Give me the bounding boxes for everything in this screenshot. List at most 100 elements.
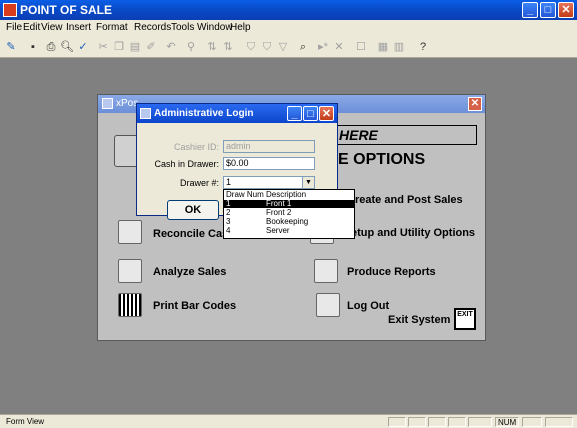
menu-records[interactable]: Records [134, 22, 171, 33]
paste-icon[interactable]: ▤ [128, 40, 142, 54]
switchboard-title: xPos [116, 98, 139, 109]
options-heading: E OPTIONS [338, 151, 426, 168]
exit-icon: EXIT [457, 311, 473, 318]
list-item[interactable]: 3 Bookeeping [224, 218, 354, 226]
menu-tools[interactable]: Tools [171, 22, 194, 33]
list-item-desc: Front 1 [266, 199, 292, 208]
list-item-num: 3 [226, 217, 231, 226]
list-item[interactable]: 2 Front 2 [224, 209, 354, 217]
cash-in-drawer-label: Cash in Drawer: [154, 159, 219, 169]
option-setup-utility[interactable]: etup and Utility Options [351, 227, 475, 239]
list-header: Draw Num Description [224, 191, 354, 199]
print-preview-icon[interactable]: 🔍︎ [60, 40, 74, 54]
column-header: Draw Num [226, 190, 264, 199]
login-close-button[interactable]: ✕ [319, 106, 334, 121]
switchboard-close-button[interactable]: ✕ [468, 97, 482, 111]
properties-icon[interactable]: ☐ [354, 40, 368, 54]
cut-icon[interactable]: ✂ [96, 40, 110, 54]
copy-icon[interactable]: ❐ [112, 40, 126, 54]
print-icon[interactable]: ⎙ [44, 40, 58, 54]
menu-help[interactable]: Help [230, 22, 251, 33]
status-panel [388, 417, 406, 427]
chevron-down-icon[interactable]: ▼ [302, 177, 314, 188]
list-item-desc: Server [266, 226, 290, 235]
status-panel [545, 417, 573, 427]
status-bar: Form View NUM [0, 414, 577, 428]
sort-ascending-icon[interactable]: ⇅ [205, 40, 219, 54]
filter-by-selection-icon[interactable]: ⛉ [244, 40, 258, 54]
menu-bar: File Edit View Insert Format Records Too… [0, 20, 577, 36]
undo-icon[interactable]: ↶ [164, 40, 178, 54]
option-analyze-sales[interactable]: Analyze Sales [153, 266, 226, 278]
menu-window[interactable]: Window [197, 22, 233, 33]
status-panel [522, 417, 542, 427]
toolbar: ✎ ▪ ⎙ 🔍︎ ✓ ✂ ❐ ▤ ✐ ↶ ⚲ ⇅ ⇅ ⛉ ⛉ ▽ ⌕ ▸* ✕ … [0, 36, 577, 58]
barcode-icon[interactable] [118, 293, 142, 317]
close-button[interactable]: ✕ [558, 2, 574, 18]
menu-insert[interactable]: Insert [66, 22, 91, 33]
sort-descending-icon[interactable]: ⇅ [221, 40, 235, 54]
menu-file[interactable]: File [6, 22, 22, 33]
status-text: Form View [6, 417, 45, 426]
list-item-desc: Front 2 [266, 208, 292, 217]
status-panel [428, 417, 446, 427]
exit-system-button[interactable]: EXIT [454, 308, 476, 330]
filter-by-form-icon[interactable]: ⛉ [260, 40, 274, 54]
login-title: Administrative Login [154, 108, 254, 119]
apply-filter-icon[interactable]: ▽ [276, 40, 290, 54]
new-record-icon[interactable]: ▸* [316, 40, 330, 54]
menu-view[interactable]: View [41, 22, 63, 33]
design-view-icon[interactable]: ✎ [4, 40, 18, 54]
form-icon [140, 108, 151, 119]
status-panel [408, 417, 426, 427]
access-app-icon [3, 3, 17, 17]
login-minimize-button[interactable]: _ [287, 106, 302, 121]
ok-button[interactable]: OK [167, 200, 219, 220]
help-icon[interactable]: ? [416, 40, 430, 54]
drawer-dropdown-list[interactable]: Draw Num Description 1 Front 1 2 Front 2… [223, 189, 355, 239]
option-create-post-sales[interactable]: reate and Post Sales [355, 194, 463, 206]
list-item-desc: Bookeeping [266, 217, 309, 226]
cashier-id-field[interactable]: admin [223, 140, 315, 153]
format-painter-icon[interactable]: ✐ [144, 40, 158, 54]
exit-system-label[interactable]: Exit System [388, 314, 450, 326]
new-object-icon[interactable]: ▥ [392, 40, 406, 54]
find-icon[interactable]: ⌕ [296, 40, 310, 54]
cash-in-drawer-field[interactable]: $0.00 [223, 157, 315, 170]
status-panel [448, 417, 466, 427]
reconcile-icon[interactable] [118, 220, 142, 244]
drawer-number-combo[interactable]: 1 ▼ [223, 176, 315, 189]
spell-check-icon[interactable]: ✓ [76, 40, 90, 54]
option-produce-reports[interactable]: Produce Reports [347, 266, 436, 278]
save-icon[interactable]: ▪ [26, 40, 40, 54]
logout-icon[interactable] [316, 293, 340, 317]
click-here-banner[interactable]: HERE [332, 125, 477, 145]
list-item-num: 2 [226, 208, 231, 217]
form-icon [102, 98, 113, 109]
delete-record-icon[interactable]: ✕ [332, 40, 346, 54]
app-title-bar: POINT OF SALE _ □ ✕ [0, 0, 577, 20]
option-print-bar-codes[interactable]: Print Bar Codes [153, 300, 236, 312]
hyperlink-icon[interactable]: ⚲ [184, 40, 198, 54]
app-title: POINT OF SALE [20, 3, 113, 17]
list-item[interactable]: 1 Front 1 [224, 200, 354, 208]
report-icon[interactable] [314, 259, 338, 283]
database-window-icon[interactable]: ▦ [376, 40, 390, 54]
drawer-number-value: 1 [226, 177, 232, 187]
menu-format[interactable]: Format [96, 22, 128, 33]
list-item[interactable]: 4 Server [224, 227, 354, 235]
maximize-button[interactable]: □ [540, 2, 556, 18]
column-header: Description [266, 190, 307, 199]
analyze-icon[interactable] [118, 259, 142, 283]
login-title-bar: Administrative Login _ □ ✕ [137, 104, 337, 123]
option-log-out[interactable]: Log Out [347, 300, 389, 312]
drawer-number-label: Drawer #: [179, 178, 219, 188]
status-panel [468, 417, 492, 427]
menu-edit[interactable]: Edit [23, 22, 40, 33]
num-lock-indicator: NUM [495, 417, 519, 427]
cashier-id-label: Cashier ID: [173, 142, 219, 152]
list-item-num: 4 [226, 226, 231, 235]
login-maximize-button[interactable]: □ [303, 106, 318, 121]
list-item-num: 1 [226, 199, 231, 208]
minimize-button[interactable]: _ [522, 2, 538, 18]
